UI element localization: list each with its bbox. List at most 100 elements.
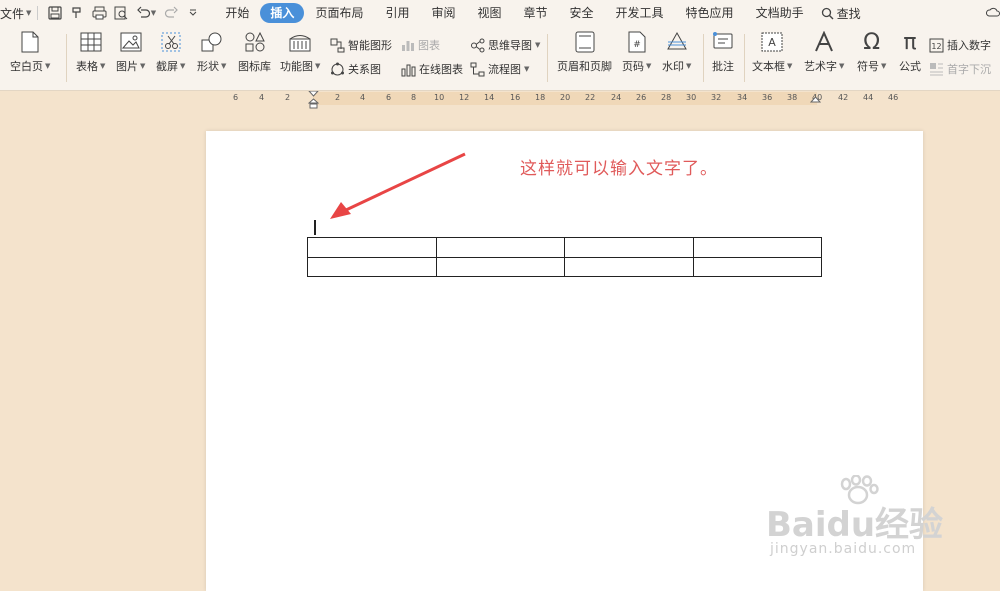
ruler-tick: 32 bbox=[711, 93, 722, 102]
table-cell[interactable] bbox=[564, 237, 694, 258]
divider bbox=[547, 34, 548, 82]
undo-button[interactable]: ▼ bbox=[132, 2, 160, 24]
tab-developer[interactable]: 开发工具 bbox=[605, 3, 675, 23]
ruler-tick: 18 bbox=[535, 93, 546, 102]
shape-button[interactable]: 形状 ▼ bbox=[197, 30, 226, 74]
divider bbox=[66, 34, 67, 82]
svg-text:12: 12 bbox=[931, 42, 941, 51]
mind-map-icon bbox=[471, 38, 485, 52]
print-preview-button[interactable] bbox=[110, 2, 132, 24]
tab-home[interactable]: 开始 bbox=[214, 3, 260, 23]
smart-shape-button[interactable]: 智能图形 bbox=[330, 36, 392, 54]
search-icon bbox=[821, 7, 834, 19]
file-menu-label: 文件 bbox=[0, 6, 25, 21]
annotation-text: 这样就可以输入文字了。 bbox=[520, 159, 718, 179]
svg-text:#: # bbox=[633, 40, 641, 50]
symbol-button[interactable]: Ω 符号 ▼ bbox=[857, 30, 886, 74]
header-footer-label: 页眉和页脚 bbox=[557, 60, 612, 73]
function-chart-button[interactable]: 功能图 ▼ bbox=[280, 30, 320, 74]
header-footer-button[interactable]: 页眉和页脚 bbox=[557, 30, 612, 74]
tab-insert[interactable]: 插入 bbox=[260, 3, 305, 23]
mind-map-button[interactable]: 思维导图 ▼ bbox=[470, 36, 540, 54]
tab-security[interactable]: 安全 bbox=[559, 3, 605, 23]
table-cell[interactable] bbox=[435, 237, 565, 258]
picture-button[interactable]: 图片 ▼ bbox=[116, 30, 145, 74]
smart-shape-icon bbox=[330, 38, 345, 52]
tab-view[interactable]: 视图 bbox=[466, 3, 512, 23]
redo-button[interactable] bbox=[160, 2, 182, 24]
horizontal-ruler[interactable]: 6 4 2 2 4 6 8 10 12 14 16 18 20 22 24 26… bbox=[0, 91, 1000, 109]
chevron-down-icon: ▼ bbox=[646, 62, 652, 70]
menu-tabs: 开始 插入 页面布局 引用 审阅 视图 章节 安全 开发工具 特色应用 文档助手 bbox=[214, 3, 814, 23]
print-button[interactable] bbox=[88, 2, 110, 24]
table-button[interactable]: 表格 ▼ bbox=[76, 30, 105, 74]
watermark-label: 水印 bbox=[662, 60, 684, 73]
drop-cap-button[interactable]: 首字下沉 bbox=[929, 60, 991, 78]
table-row bbox=[307, 237, 822, 258]
table-cell[interactable] bbox=[564, 256, 694, 277]
chevron-down-icon: ▼ bbox=[535, 41, 541, 49]
formula-button[interactable]: π 公式 bbox=[898, 30, 922, 74]
print-preview-icon bbox=[114, 6, 128, 20]
left-indent-marker[interactable] bbox=[308, 91, 319, 109]
table-label: 表格 bbox=[76, 60, 98, 73]
drop-cap-label: 首字下沉 bbox=[947, 63, 991, 76]
chart-button[interactable]: 图表 bbox=[401, 36, 440, 54]
search-button[interactable]: 查找 bbox=[821, 5, 861, 22]
online-chart-icon bbox=[401, 64, 416, 76]
chevron-down-icon: ▼ bbox=[686, 62, 692, 70]
table-cell[interactable] bbox=[307, 256, 437, 277]
ruler-tick: 20 bbox=[560, 93, 571, 102]
tab-doc-assistant[interactable]: 文档助手 bbox=[745, 3, 815, 23]
ruler-tick: 8 bbox=[411, 93, 417, 102]
table-cell[interactable] bbox=[307, 237, 437, 258]
ruler-tick: 44 bbox=[863, 93, 874, 102]
wordart-button[interactable]: 艺术字 ▼ bbox=[804, 30, 844, 74]
chevron-down-icon: ▼ bbox=[140, 62, 146, 70]
chart-label: 图表 bbox=[418, 39, 440, 52]
ruler-tick: 34 bbox=[737, 93, 748, 102]
table-cell[interactable] bbox=[692, 256, 822, 277]
shape-icon bbox=[200, 30, 224, 54]
icon-library-button[interactable]: 图标库 bbox=[238, 30, 271, 74]
flowchart-button[interactable]: 流程图 ▼ bbox=[470, 60, 529, 78]
page-number-label: 页码 bbox=[622, 60, 644, 73]
tab-page-layout[interactable]: 页面布局 bbox=[304, 3, 374, 23]
wordart-label: 艺术字 bbox=[804, 60, 837, 73]
watermark-button[interactable]: 水印 ▼ bbox=[662, 30, 691, 74]
tab-references[interactable]: 引用 bbox=[374, 3, 420, 23]
icon-library-icon bbox=[243, 30, 267, 54]
insert-number-button[interactable]: 12 插入数字 bbox=[929, 36, 991, 54]
ruler-tick: 2 bbox=[285, 93, 291, 102]
menu-bar: 文件 ▼ ▼ 开始 插入 页面布局 引用 审阅 视图 章节 安全 开发工具 特色… bbox=[0, 0, 1000, 26]
tab-features[interactable]: 特色应用 bbox=[675, 3, 745, 23]
table-cell[interactable] bbox=[692, 237, 822, 258]
format-painter-icon bbox=[72, 7, 82, 18]
relation-chart-button[interactable]: 关系图 bbox=[330, 60, 381, 78]
comment-button[interactable]: 批注 bbox=[711, 30, 735, 74]
right-indent-marker[interactable] bbox=[810, 91, 821, 107]
cloud-icon[interactable] bbox=[985, 5, 1000, 22]
save-button[interactable] bbox=[44, 2, 66, 24]
document-table[interactable] bbox=[307, 237, 822, 277]
chevron-down-icon: ▼ bbox=[150, 9, 157, 17]
blank-page-button[interactable]: 空白页 ▼ bbox=[10, 30, 50, 74]
page-number-button[interactable]: # 页码 ▼ bbox=[622, 30, 651, 74]
scissors-icon bbox=[159, 30, 183, 54]
blank-page-label: 空白页 bbox=[10, 60, 43, 73]
blank-page-icon bbox=[18, 30, 42, 54]
chevron-down-icon: ▼ bbox=[100, 62, 106, 70]
online-chart-button[interactable]: 在线图表 bbox=[401, 60, 463, 78]
textbox-button[interactable]: A 文本框 ▼ bbox=[752, 30, 792, 74]
tab-section[interactable]: 章节 bbox=[513, 3, 559, 23]
chevron-down-icon: ▼ bbox=[524, 65, 530, 73]
table-cell[interactable] bbox=[435, 256, 565, 277]
file-menu[interactable]: 文件 ▼ bbox=[0, 5, 31, 22]
format-painter-button[interactable] bbox=[66, 2, 88, 24]
chevron-down-icon bbox=[190, 9, 197, 16]
screenshot-button[interactable]: 截屏 ▼ bbox=[156, 30, 185, 74]
printer-icon bbox=[92, 6, 107, 20]
watermark-brand: Baidu经验 bbox=[766, 505, 944, 545]
customize-toolbar-button[interactable] bbox=[182, 2, 204, 24]
tab-review[interactable]: 审阅 bbox=[420, 3, 466, 23]
